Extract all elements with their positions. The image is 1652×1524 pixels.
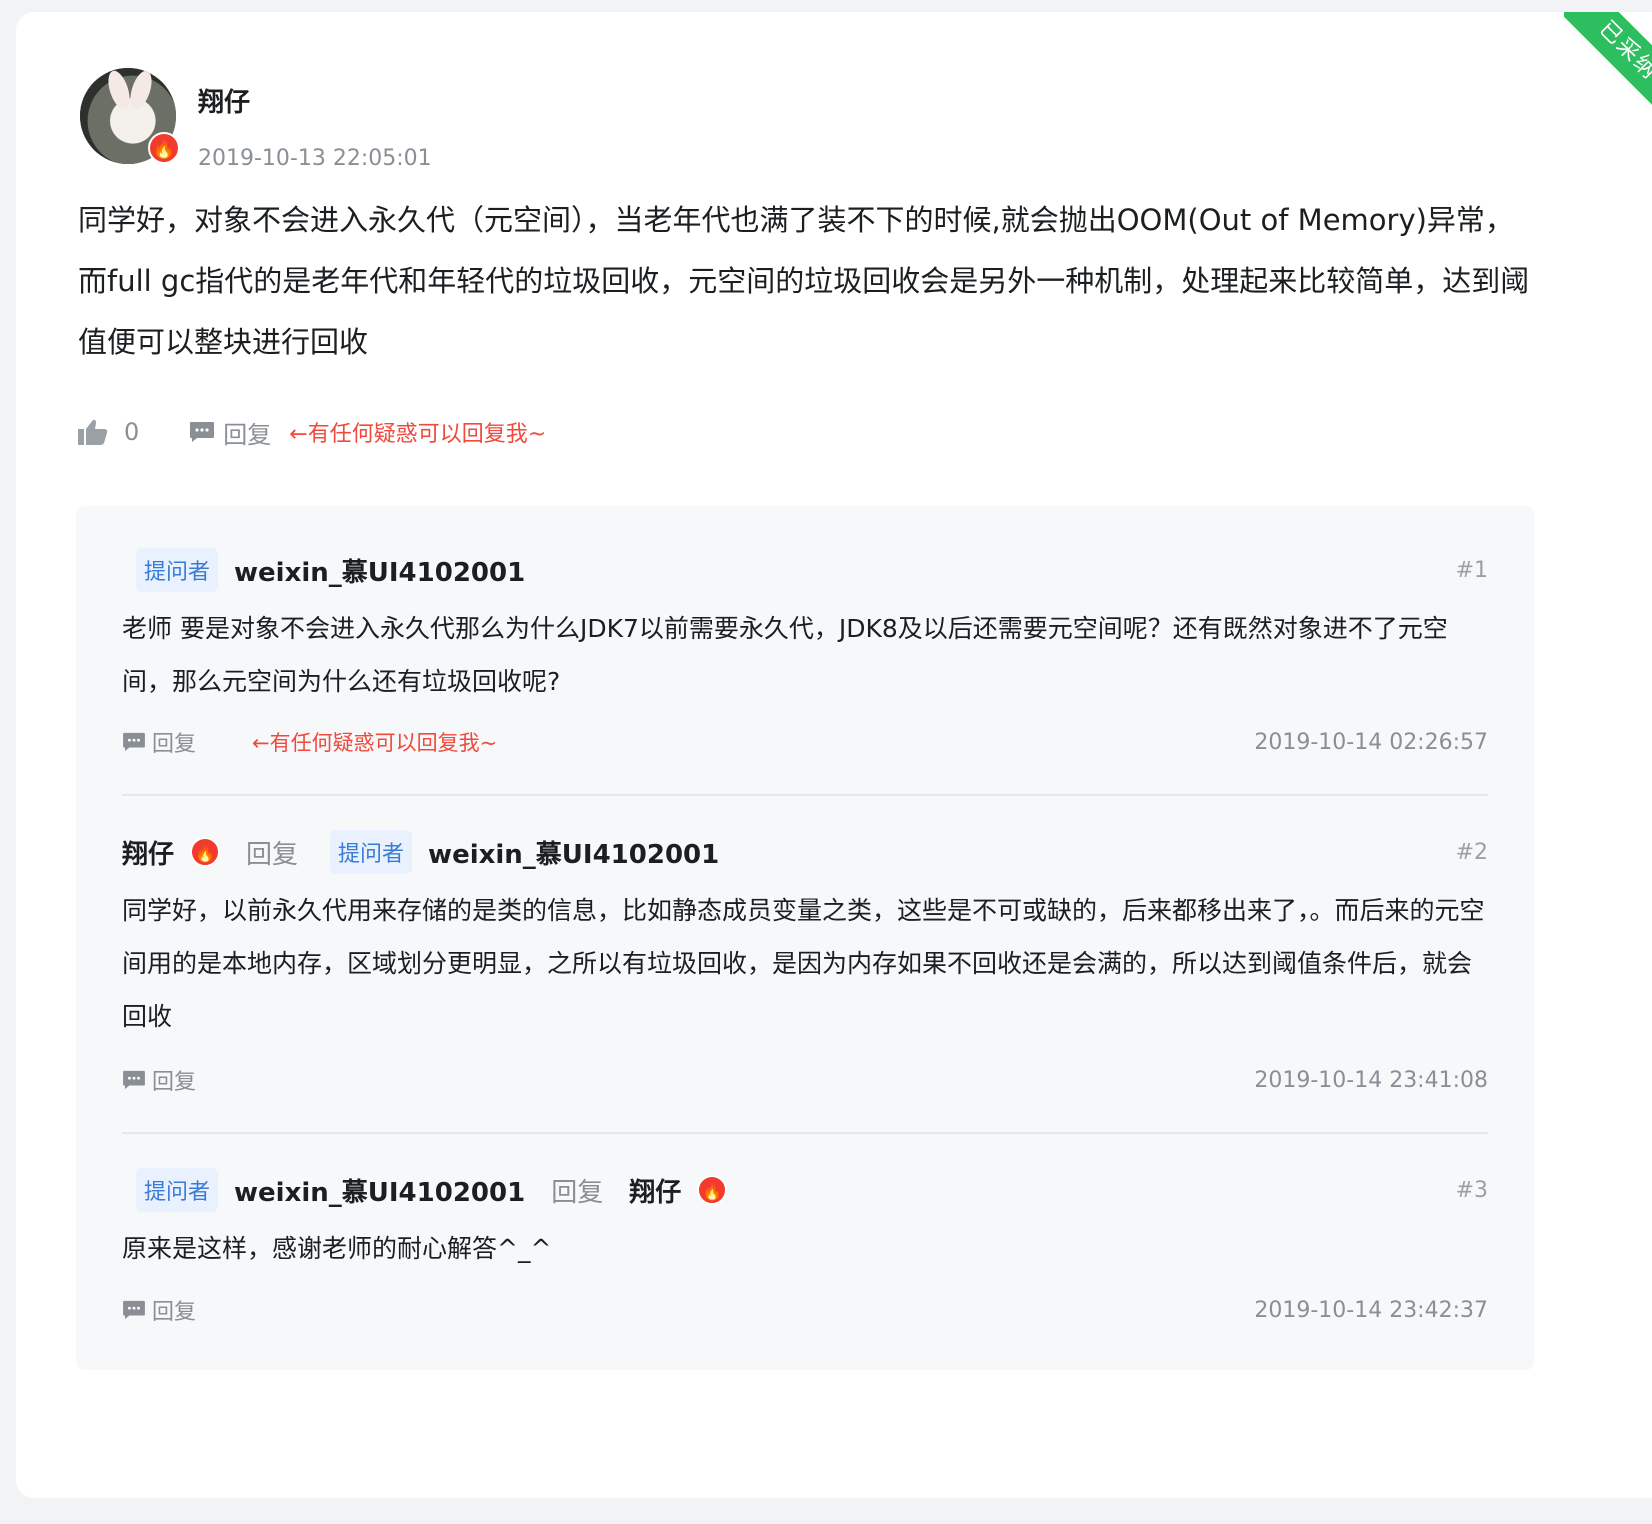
reply-header: 提问者 weixin_慕UI4102001 #1 <box>122 548 1488 592</box>
reply-user[interactable]: weixin_慕UI4102001 <box>234 552 525 589</box>
reply-time: 2019-10-14 02:26:57 <box>1254 729 1488 755</box>
comment-icon[interactable] <box>122 732 146 752</box>
comment-icon[interactable] <box>189 421 215 443</box>
answer-body: 同学好，对象不会进入永久代（元空间），当老年代也满了装不下的时候,就会抛出OOM… <box>78 203 1530 359</box>
accepted-ribbon: 已采纳 <box>1564 12 1652 120</box>
reply-footer: 回复 2019-10-14 23:41:08 <box>122 1064 1488 1096</box>
author-name[interactable]: 翔仔 <box>198 82 250 119</box>
reply-to-word: 回复 <box>246 839 299 870</box>
reply-to-word: 回复 <box>551 1177 604 1208</box>
divider <box>122 1132 1488 1134</box>
reply-text: 原来是这样，感谢老师的耐心解答^_^ <box>122 1234 552 1263</box>
like-count: 0 <box>124 418 140 446</box>
reply-button[interactable]: 回复 <box>223 415 271 450</box>
comment-icon[interactable] <box>122 1300 146 1320</box>
reply-hint: ←有任何疑惑可以回复我~ <box>252 731 498 755</box>
asker-tag: 提问者 <box>330 830 413 874</box>
reply-user[interactable]: 翔仔 <box>122 834 174 871</box>
answer-actions: 0 回复 ←有任何疑惑可以回复我~ <box>78 412 546 452</box>
reply-user[interactable]: weixin_慕UI4102001 <box>234 1172 525 1209</box>
answer-card: 已采纳 🔥 翔仔 2019-10-13 22:05:01 同学好，对象不会进入永… <box>16 12 1652 1498</box>
reply-to-user[interactable]: 翔仔 <box>629 1172 681 1209</box>
fire-icon: 🔥 <box>148 132 180 164</box>
thumbs-up-icon[interactable] <box>78 419 108 445</box>
reply-time: 2019-10-14 23:42:37 <box>1254 1297 1488 1323</box>
reply-to-user[interactable]: weixin_慕UI4102001 <box>428 834 719 871</box>
reply-number: #1 <box>1455 557 1488 583</box>
fire-icon: 🔥 <box>697 1175 728 1205</box>
reply-thread: 提问者 weixin_慕UI4102001 #1 老师 要是对象不会进入永久代那… <box>76 506 1534 1370</box>
avatar[interactable]: 🔥 <box>80 68 180 164</box>
reply-time: 2019-10-14 23:41:08 <box>1254 1067 1488 1093</box>
reply-item: 提问者 weixin_慕UI4102001 #1 老师 要是对象不会进入永久代那… <box>122 548 1488 708</box>
reply-button[interactable]: 回复 <box>152 1064 196 1096</box>
reply-text: 同学好，以前永久代用来存储的是类的信息，比如静态成员变量之类，这些是不可或缺的，… <box>122 896 1485 1031</box>
reply-footer: 回复 2019-10-14 23:42:37 <box>122 1294 1488 1326</box>
asker-tag: 提问者 <box>136 548 219 592</box>
asker-tag: 提问者 <box>136 1168 219 1212</box>
reply-header: 提问者 weixin_慕UI4102001 回复 翔仔 🔥 #3 <box>122 1168 1488 1212</box>
reply-number: #3 <box>1455 1177 1488 1203</box>
answer-time: 2019-10-13 22:05:01 <box>198 146 432 171</box>
reply-hint: ←有任何疑惑可以回复我~ <box>289 422 547 447</box>
reply-item: 提问者 weixin_慕UI4102001 回复 翔仔 🔥 #3 原来是这样，感… <box>122 1168 1488 1275</box>
reply-number: #2 <box>1455 839 1488 865</box>
fire-icon: 🔥 <box>190 837 221 867</box>
reply-button[interactable]: 回复 <box>152 726 196 758</box>
reply-button[interactable]: 回复 <box>152 1294 196 1326</box>
reply-header: 翔仔 🔥 回复 提问者 weixin_慕UI4102001 #2 <box>122 830 1488 874</box>
accepted-badge: 已采纳 <box>1564 12 1652 120</box>
comment-icon[interactable] <box>122 1070 146 1090</box>
reply-footer: 回复 ←有任何疑惑可以回复我~ 2019-10-14 02:26:57 <box>122 726 1488 758</box>
divider <box>122 794 1488 796</box>
reply-item: 翔仔 🔥 回复 提问者 weixin_慕UI4102001 #2 同学好，以前永… <box>122 830 1488 1043</box>
reply-text: 老师 要是对象不会进入永久代那么为什么JDK7以前需要永久代，JDK8及以后还需… <box>122 614 1448 696</box>
